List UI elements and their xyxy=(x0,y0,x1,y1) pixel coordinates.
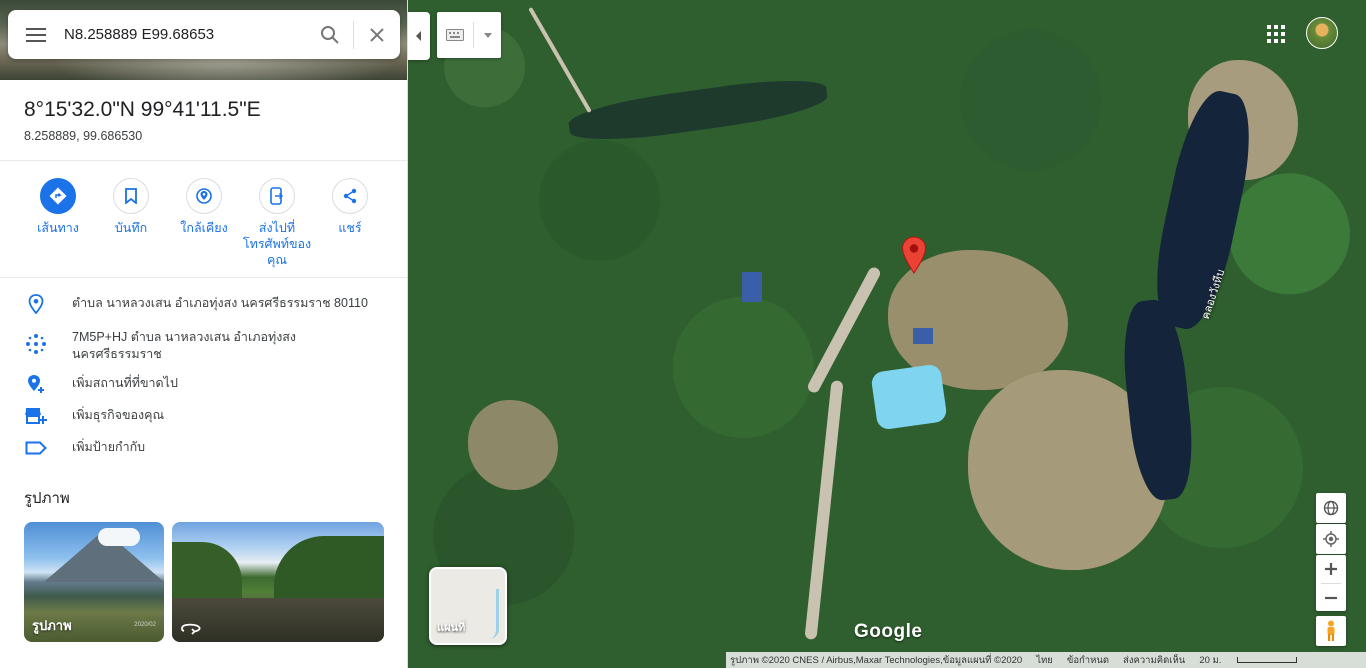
menu-button[interactable] xyxy=(8,10,64,59)
collapse-panel-button[interactable] xyxy=(408,12,430,60)
address-row[interactable]: ตำบล นาหลวงเสน อำเภอทุ่งสง นครศรีธรรมราช… xyxy=(0,292,407,326)
language-link[interactable]: ไทย xyxy=(1036,653,1053,668)
scale-label: 20 ม. xyxy=(1199,654,1222,666)
bookmark-icon xyxy=(113,178,149,214)
plus-code-icon xyxy=(24,332,48,356)
photo-label: รูปภาพ xyxy=(32,618,72,633)
globe-icon xyxy=(1323,500,1339,516)
share-icon xyxy=(332,178,368,214)
minus-icon xyxy=(1325,596,1337,600)
photo-thumbnail[interactable]: รูปภาพ 2020/02 xyxy=(24,522,164,642)
river xyxy=(566,72,830,148)
side-panel: N8.258889 E99.68653 8°15'32.0"N 99°41'11… xyxy=(0,0,408,668)
search-input[interactable]: N8.258889 E99.68653 xyxy=(64,26,307,43)
app-root: N8.258889 E99.68653 8°15'32.0"N 99°41'11… xyxy=(0,0,1366,668)
building-roof xyxy=(913,328,933,344)
globe-button[interactable] xyxy=(1316,493,1346,523)
send-to-phone-button[interactable]: ส่งไปที่โทรศัพท์ของคุณ xyxy=(241,178,313,268)
map-clearing xyxy=(468,400,558,490)
divider xyxy=(0,160,407,161)
add-business-row[interactable]: เพิ่มธุรกิจของคุณ xyxy=(0,404,407,436)
pool xyxy=(870,363,948,431)
apps-grid-icon[interactable] xyxy=(1264,22,1288,46)
save-button[interactable]: บันทึก xyxy=(95,178,167,268)
scale-bar[interactable]: 20 ม. xyxy=(1199,653,1311,668)
photo-date-stamp: 2020/02 xyxy=(134,622,156,628)
map-layer-label: แผนที่ xyxy=(437,622,466,634)
share-label: แชร์ xyxy=(338,221,362,235)
plus-code-text: 7M5P+HJ ตำบล นาหลวงเสน อำเภอทุ่งสง นครศร… xyxy=(72,330,297,361)
location-pin-icon[interactable] xyxy=(901,236,927,274)
trees-image xyxy=(274,536,384,598)
nearby-label: ใกล้เคียง xyxy=(180,221,228,235)
google-logo: Google xyxy=(854,621,923,642)
add-business-icon xyxy=(24,404,48,428)
satellite-map[interactable]: คลองวังหีบ แผนที่ Google รูปภาพ ©2020 CN… xyxy=(408,0,1366,668)
hamburger-icon xyxy=(26,27,46,42)
send-to-phone-icon xyxy=(259,178,295,214)
zoom-in-button[interactable] xyxy=(1316,555,1346,583)
action-bar: เส้นทาง บันทึก ใกล้เคียง ส่งไปที่โทรศัพท… xyxy=(22,178,386,268)
pegman-icon xyxy=(1327,620,1335,641)
road xyxy=(805,265,883,395)
terms-link[interactable]: ข้อกำหนด xyxy=(1067,653,1109,668)
attribution-bar: รูปภาพ ©2020 CNES / Airbus,Maxar Technol… xyxy=(726,652,1366,668)
river-line xyxy=(489,589,499,639)
send-to-phone-label: ส่งไปที่โทรศัพท์ของคุณ xyxy=(242,221,312,267)
clear-search-button[interactable] xyxy=(354,10,400,59)
scale-line xyxy=(1237,656,1298,663)
panorama-thumbnail[interactable] xyxy=(172,522,384,642)
feedback-link[interactable]: ส่งความคิดเห็น xyxy=(1123,653,1185,668)
divider xyxy=(0,277,407,278)
address-text: ตำบล นาหลวงเสน อำเภอทุ่งสง นครศรีธรรมราช… xyxy=(72,296,368,310)
share-button[interactable]: แชร์ xyxy=(314,178,386,268)
avatar[interactable] xyxy=(1306,17,1338,49)
add-missing-place-row[interactable]: เพิ่มสถานที่ที่ขาดไป xyxy=(0,372,407,404)
add-label-row[interactable]: เพิ่มป้ายกำกับ xyxy=(0,436,407,468)
plus-icon xyxy=(1325,563,1337,575)
nearby-button[interactable]: ใกล้เคียง xyxy=(168,178,240,268)
add-label-text: เพิ่มป้ายกำกับ xyxy=(72,440,146,454)
zoom-controls xyxy=(1316,555,1346,611)
input-tools-button[interactable] xyxy=(437,12,501,58)
chevron-left-icon xyxy=(416,31,421,41)
add-place-icon xyxy=(24,372,48,396)
search-box: N8.258889 E99.68653 xyxy=(8,10,400,59)
water-image xyxy=(172,598,384,642)
directions-button[interactable]: เส้นทาง xyxy=(22,178,94,268)
directions-label: เส้นทาง xyxy=(37,221,79,235)
cloud-image xyxy=(98,528,140,546)
my-location-icon xyxy=(1323,531,1339,547)
search-icon xyxy=(321,25,339,44)
search-button[interactable] xyxy=(307,10,353,59)
attribution-text: รูปภาพ ©2020 CNES / Airbus,Maxar Technol… xyxy=(730,654,1023,666)
location-pin-icon xyxy=(24,292,48,316)
add-business-text: เพิ่มธุรกิจของคุณ xyxy=(72,408,165,422)
path xyxy=(528,7,592,113)
chevron-down-icon xyxy=(484,32,493,38)
label-icon xyxy=(24,436,48,460)
divider xyxy=(473,22,475,48)
trees-image xyxy=(172,542,242,598)
info-list: ตำบล นาหลวงเสน อำเภอทุ่งสง นครศรีธรรมราช… xyxy=(0,292,407,468)
map-layer-toggle[interactable]: แผนที่ xyxy=(429,567,507,645)
add-missing-place-text: เพิ่มสถานที่ที่ขาดไป xyxy=(72,376,178,390)
street-view-pegman-button[interactable] xyxy=(1316,616,1346,646)
zoom-out-button[interactable] xyxy=(1316,584,1346,612)
my-location-button[interactable] xyxy=(1316,524,1346,554)
close-icon xyxy=(370,27,384,42)
keyboard-icon xyxy=(445,29,464,41)
directions-icon xyxy=(40,178,76,214)
plus-code-row[interactable]: 7M5P+HJ ตำบล นาหลวงเสน อำเภอทุ่งสง นครศร… xyxy=(0,326,407,372)
decimal-coordinates: 8.258889, 99.686530 xyxy=(24,129,143,143)
photos-heading: รูปภาพ xyxy=(24,490,70,507)
nearby-icon xyxy=(186,178,222,214)
building-roof xyxy=(742,272,762,302)
save-label: บันทึก xyxy=(114,221,148,235)
road xyxy=(804,380,844,640)
panorama-icon xyxy=(181,623,201,635)
page-title: 8°15'32.0"N 99°41'11.5"E xyxy=(24,98,261,121)
